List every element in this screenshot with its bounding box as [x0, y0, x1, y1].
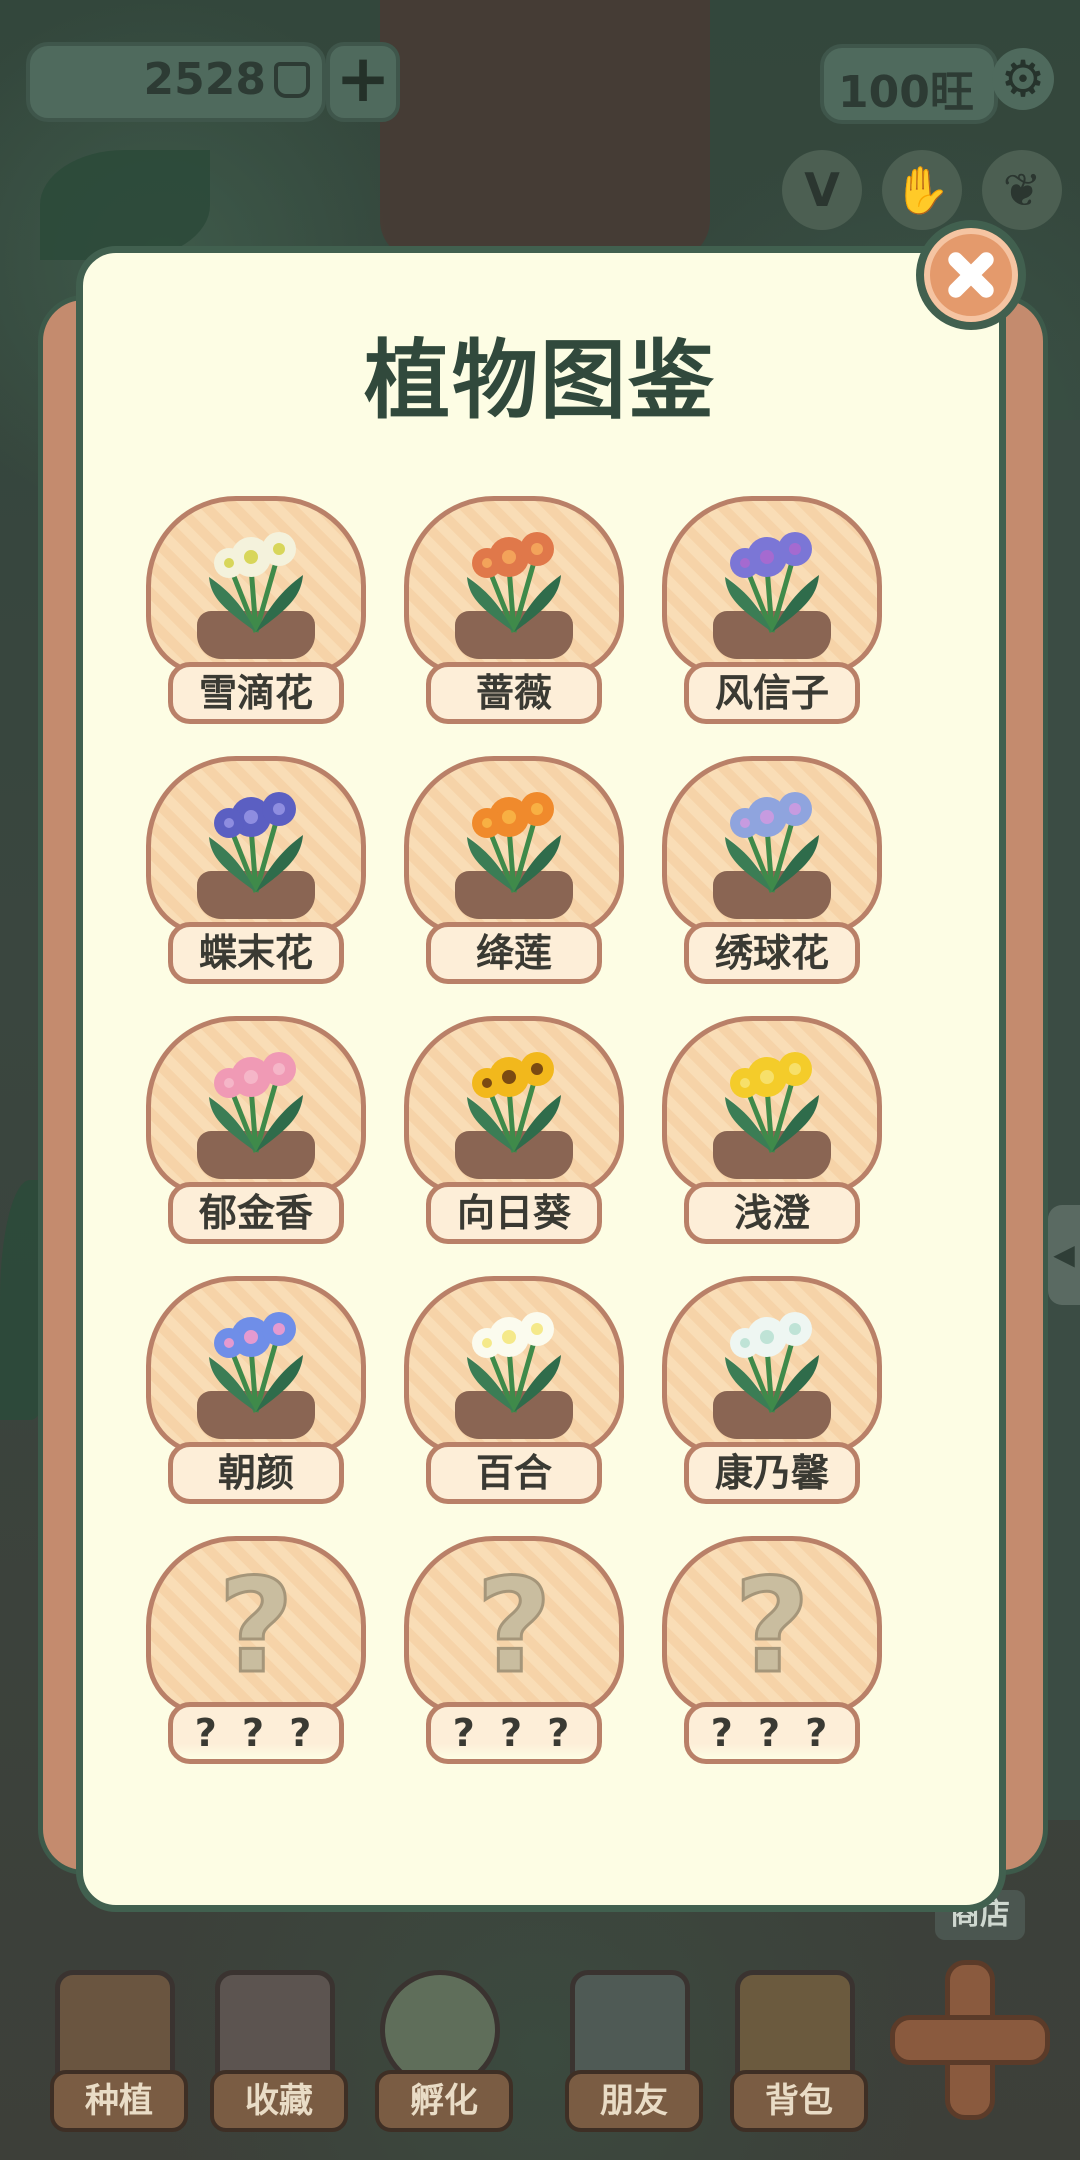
dpad-icon[interactable]	[890, 1960, 1050, 2120]
nav-label: 背包	[730, 2070, 868, 2132]
plant-card[interactable]: 蝶末花	[146, 756, 366, 984]
plant-portrait	[662, 496, 882, 676]
plant-card[interactable]: 浅澄	[662, 1016, 882, 1244]
plant-card[interactable]: 雪滴花	[146, 496, 366, 724]
plant-name-label: ? ? ?	[168, 1702, 344, 1764]
plant-name-label: 绣球花	[684, 922, 860, 984]
plant-portrait	[662, 756, 882, 936]
locked-plant-card[interactable]: ?? ? ?	[404, 1536, 624, 1764]
plant-card[interactable]: 康乃馨	[662, 1276, 882, 1504]
nav-label: 种植	[50, 2070, 188, 2132]
plant-card[interactable]: 蔷薇	[404, 496, 624, 724]
gear-icon[interactable]: ⚙	[992, 48, 1054, 110]
plant-name-label: 风信子	[684, 662, 860, 724]
plant-portrait	[404, 496, 624, 676]
plant-name-label: 雪滴花	[168, 662, 344, 724]
ingot-icon	[274, 62, 310, 98]
plant-portrait: ?	[404, 1536, 624, 1716]
nav-item-seedling-pot[interactable]: 种植	[40, 1970, 190, 2140]
plant-name-label: 向日葵	[426, 1182, 602, 1244]
plant-portrait: ?	[146, 1536, 366, 1716]
plant-card[interactable]: 绣球花	[662, 756, 882, 984]
plant-portrait	[146, 1016, 366, 1196]
nav-label: 朋友	[565, 2070, 703, 2132]
plant-portrait	[404, 1276, 624, 1456]
nav-item-egg[interactable]: 孵化	[365, 1970, 515, 2140]
plant-name-label: 百合	[426, 1442, 602, 1504]
locked-plant-card[interactable]: ?? ? ?	[662, 1536, 882, 1764]
wang-counter: 100旺	[820, 44, 998, 124]
plant-name-label: 绛莲	[426, 922, 602, 984]
plant-card[interactable]: 向日葵	[404, 1016, 624, 1244]
plant-name-label: 蔷薇	[426, 662, 602, 724]
plant-name-label: ? ? ?	[426, 1702, 602, 1764]
plant-portrait: ?	[662, 1536, 882, 1716]
plant-portrait	[146, 1276, 366, 1456]
plant-portrait	[404, 756, 624, 936]
question-mark-icon: ?	[217, 1550, 295, 1703]
plant-card[interactable]: 绛莲	[404, 756, 624, 984]
plant-portrait	[404, 1016, 624, 1196]
modal-title: 植物图鉴	[364, 331, 716, 431]
plant-name-label: 朝颜	[168, 1442, 344, 1504]
leaf-decoration	[40, 150, 210, 260]
add-coins-button[interactable]: +	[326, 42, 400, 122]
question-mark-icon: ?	[475, 1550, 553, 1703]
side-expand-button[interactable]: ◀	[1048, 1205, 1080, 1305]
plant-card[interactable]: 朝颜	[146, 1276, 366, 1504]
v-badge-icon[interactable]: V	[782, 150, 862, 230]
tree-trunk	[380, 0, 710, 260]
nav-item-basket[interactable]: 背包	[720, 1970, 870, 2140]
coin-value: 2528	[143, 54, 266, 105]
plant-card[interactable]: 郁金香	[146, 1016, 366, 1244]
nav-item-cat-face[interactable]: 朋友	[555, 1970, 705, 2140]
nav-label: 收藏	[210, 2070, 348, 2132]
plant-portrait	[662, 1016, 882, 1196]
plant-card[interactable]: 百合	[404, 1276, 624, 1504]
wang-value: 100旺	[838, 67, 974, 118]
plant-name-label: 康乃馨	[684, 1442, 860, 1504]
plant-grid: 雪滴花 蔷薇 风信子 蝶末花 绛莲 绣球花 郁金香 向日葵 浅澄 朝颜 百合 康乃馨?? ? ??? …	[146, 496, 882, 1764]
plant-name-label: 浅澄	[684, 1182, 860, 1244]
plant-portrait	[146, 756, 366, 936]
ginkgo-leaf-icon[interactable]: ❦	[982, 150, 1062, 230]
plant-name-label: 蝶末花	[168, 922, 344, 984]
nav-item-shelf[interactable]: 收藏	[200, 1970, 350, 2140]
plant-name-label: 郁金香	[168, 1182, 344, 1244]
coin-counter: 2528	[26, 42, 326, 122]
plant-portrait	[662, 1276, 882, 1456]
plant-card[interactable]: 风信子	[662, 496, 882, 724]
plant-portrait	[146, 496, 366, 676]
locked-plant-card[interactable]: ?? ? ?	[146, 1536, 366, 1764]
hand-icon[interactable]: ✋	[882, 150, 962, 230]
plant-name-label: ? ? ?	[684, 1702, 860, 1764]
question-mark-icon: ?	[733, 1550, 811, 1703]
nav-label: 孵化	[375, 2070, 513, 2132]
